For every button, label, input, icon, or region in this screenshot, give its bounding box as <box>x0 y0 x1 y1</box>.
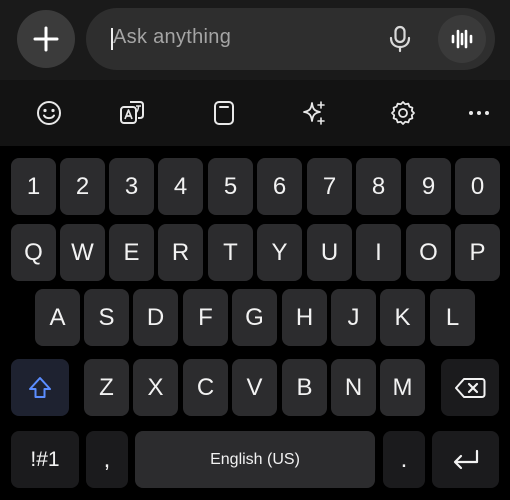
key-g[interactable]: G <box>232 289 277 346</box>
key-p[interactable]: P <box>455 224 500 281</box>
key-3[interactable]: 3 <box>109 158 154 215</box>
key-i[interactable]: I <box>356 224 401 281</box>
key-5[interactable]: 5 <box>208 158 253 215</box>
key-d[interactable]: D <box>133 289 178 346</box>
key-a[interactable]: A <box>35 289 80 346</box>
more-options-icon <box>469 111 489 115</box>
translate-icon <box>120 101 144 124</box>
key-r[interactable]: R <box>158 224 203 281</box>
gear-icon <box>391 101 415 125</box>
key-6[interactable]: 6 <box>257 158 302 215</box>
key-y[interactable]: Y <box>257 224 302 281</box>
key-4[interactable]: 4 <box>158 158 203 215</box>
voice-waveform-icon <box>451 29 473 49</box>
voice-mode-button[interactable] <box>438 15 486 63</box>
search-placeholder: Ask anything <box>113 26 232 48</box>
sparkle-icon <box>303 101 325 125</box>
key-z[interactable]: Z <box>84 359 129 416</box>
space-key[interactable]: English (US) <box>135 431 375 488</box>
key-c[interactable]: C <box>183 359 228 416</box>
key-h[interactable]: H <box>282 289 327 346</box>
key-j[interactable]: J <box>331 289 376 346</box>
microphone-icon <box>389 25 411 53</box>
key-b[interactable]: B <box>282 359 327 416</box>
key-9[interactable]: 9 <box>406 158 451 215</box>
key-q[interactable]: Q <box>11 224 56 281</box>
settings-button[interactable] <box>388 98 418 128</box>
key-v[interactable]: V <box>232 359 277 416</box>
more-options-button[interactable] <box>464 98 494 128</box>
key-f[interactable]: F <box>183 289 228 346</box>
search-input[interactable]: Ask anything <box>86 8 495 70</box>
comma-key[interactable]: , <box>86 431 128 488</box>
clipboard-icon <box>214 101 234 125</box>
key-k[interactable]: K <box>380 289 425 346</box>
shift-arrow-icon <box>29 376 51 398</box>
add-button[interactable] <box>17 10 75 68</box>
translate-button[interactable] <box>117 98 147 128</box>
input-bar: Ask anything <box>0 0 510 80</box>
plus-icon <box>33 26 59 52</box>
key-s[interactable]: S <box>84 289 129 346</box>
enter-key[interactable] <box>432 431 499 488</box>
emoji-icon <box>37 101 61 125</box>
key-w[interactable]: W <box>60 224 105 281</box>
emoji-button[interactable] <box>34 98 64 128</box>
key-0[interactable]: 0 <box>455 158 500 215</box>
key-n[interactable]: N <box>331 359 376 416</box>
keyboard: 1 2 3 4 5 6 7 8 9 0 Q W E R T Y U I O P … <box>0 146 510 500</box>
key-1[interactable]: 1 <box>11 158 56 215</box>
microphone-button[interactable] <box>386 25 414 53</box>
backspace-icon <box>455 377 486 398</box>
key-e[interactable]: E <box>109 224 154 281</box>
key-t[interactable]: T <box>208 224 253 281</box>
key-l[interactable]: L <box>430 289 475 346</box>
key-m[interactable]: M <box>380 359 425 416</box>
symbols-key[interactable]: !#1 <box>11 431 79 488</box>
keyboard-toolbar <box>0 80 510 146</box>
key-8[interactable]: 8 <box>356 158 401 215</box>
key-2[interactable]: 2 <box>60 158 105 215</box>
period-key[interactable]: . <box>383 431 425 488</box>
clipboard-button[interactable] <box>209 98 239 128</box>
key-o[interactable]: O <box>406 224 451 281</box>
key-x[interactable]: X <box>133 359 178 416</box>
shift-key[interactable] <box>11 359 69 416</box>
key-u[interactable]: U <box>307 224 352 281</box>
key-7[interactable]: 7 <box>307 158 352 215</box>
enter-return-icon <box>453 449 478 469</box>
ai-tools-button[interactable] <box>299 98 329 128</box>
backspace-key[interactable] <box>441 359 499 416</box>
